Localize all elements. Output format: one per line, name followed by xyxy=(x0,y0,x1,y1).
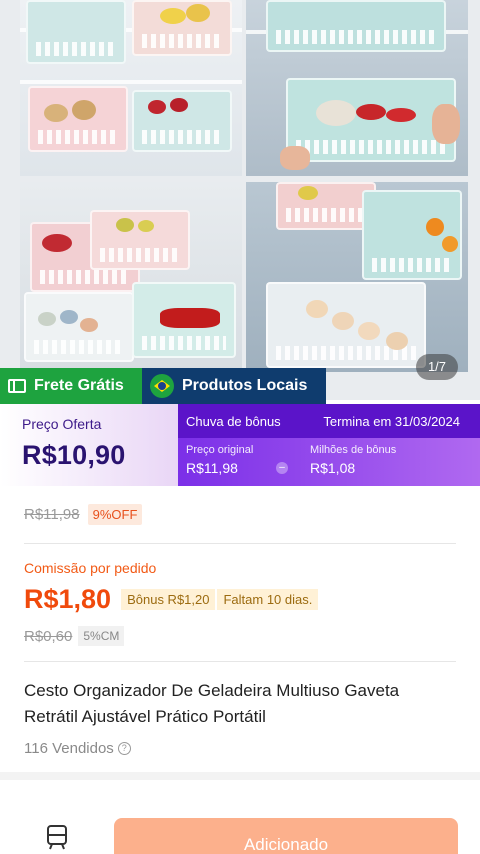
bottom-action-bar: Adicionado xyxy=(0,780,480,854)
price-banner: Preço Oferta R$10,90 Chuva de bônus Term… xyxy=(0,404,480,486)
product-badges: Frete Grátis Produtos Locais xyxy=(0,368,326,404)
bonus-caption: Milhões de bônus xyxy=(310,444,397,456)
offer-price-label: Preço Oferta xyxy=(22,416,102,432)
minus-icon: – xyxy=(276,462,288,474)
old-price: R$11,98 xyxy=(24,506,80,523)
bonus-promo-box: Chuva de bônus Termina em 31/03/2024 Pre… xyxy=(178,404,480,486)
section-separator xyxy=(0,772,480,780)
bonus-column: Milhões de bônus R$1,08 xyxy=(310,444,396,476)
help-icon[interactable]: ? xyxy=(117,742,131,755)
product-photo-1 xyxy=(20,0,242,176)
bonus-value: R$1,08 xyxy=(310,460,356,476)
free-shipping-badge: Frete Grátis xyxy=(0,368,142,404)
old-commission: R$0,60 xyxy=(24,627,73,645)
brazil-flag-icon xyxy=(150,374,174,398)
product-title: Cesto Organizador De Geladeira Multiuso … xyxy=(24,681,400,726)
divider xyxy=(24,661,456,662)
bonus-title: Chuva de bônus xyxy=(186,414,281,429)
divider xyxy=(24,543,456,544)
add-button[interactable]: Adicionado xyxy=(114,818,458,854)
bonus-tag: Bônus R$1,20 xyxy=(121,589,216,610)
discount-badge: 9%OFF xyxy=(87,504,143,525)
old-price-row: R$11,98 9%OFF xyxy=(24,504,143,525)
days-left-tag: Faltam 10 dias. xyxy=(217,589,319,610)
sold-count: 116 Vendidos xyxy=(24,740,114,757)
commission-price: R$1,80 xyxy=(24,584,112,614)
commission-row: R$1,80 Bônus R$1,20 Faltam 10 dias. xyxy=(24,584,319,615)
bonus-header: Chuva de bônus Termina em 31/03/2024 xyxy=(178,404,480,438)
sold-count-row: 116 Vendidos ? xyxy=(24,740,131,757)
cm-badge: 5%CM xyxy=(78,626,125,646)
ticket-icon xyxy=(8,379,26,393)
store-icon[interactable] xyxy=(46,824,68,850)
original-price-column: Preço original R$11,98 xyxy=(186,444,253,476)
product-image-gallery[interactable]: 1/7 xyxy=(0,0,480,400)
local-products-badge: Produtos Locais xyxy=(142,368,326,404)
offer-price: R$10,90 xyxy=(22,440,126,470)
image-counter: 1/7 xyxy=(416,354,458,380)
offer-price-box: Preço Oferta R$10,90 xyxy=(0,404,178,486)
bonus-end-date: Termina em 31/03/2024 xyxy=(323,414,460,429)
original-price-caption: Preço original xyxy=(186,444,254,456)
product-photo-4 xyxy=(246,182,468,372)
old-commission-row: R$0,60 5%CM xyxy=(24,626,125,646)
local-products-label: Produtos Locais xyxy=(182,377,308,394)
commission-label: Comissão por pedido xyxy=(24,560,157,576)
product-photo-2 xyxy=(246,0,468,176)
product-photo-3 xyxy=(20,182,242,372)
original-price-value: R$11,98 xyxy=(186,460,238,476)
free-shipping-label: Frete Grátis xyxy=(34,377,124,394)
